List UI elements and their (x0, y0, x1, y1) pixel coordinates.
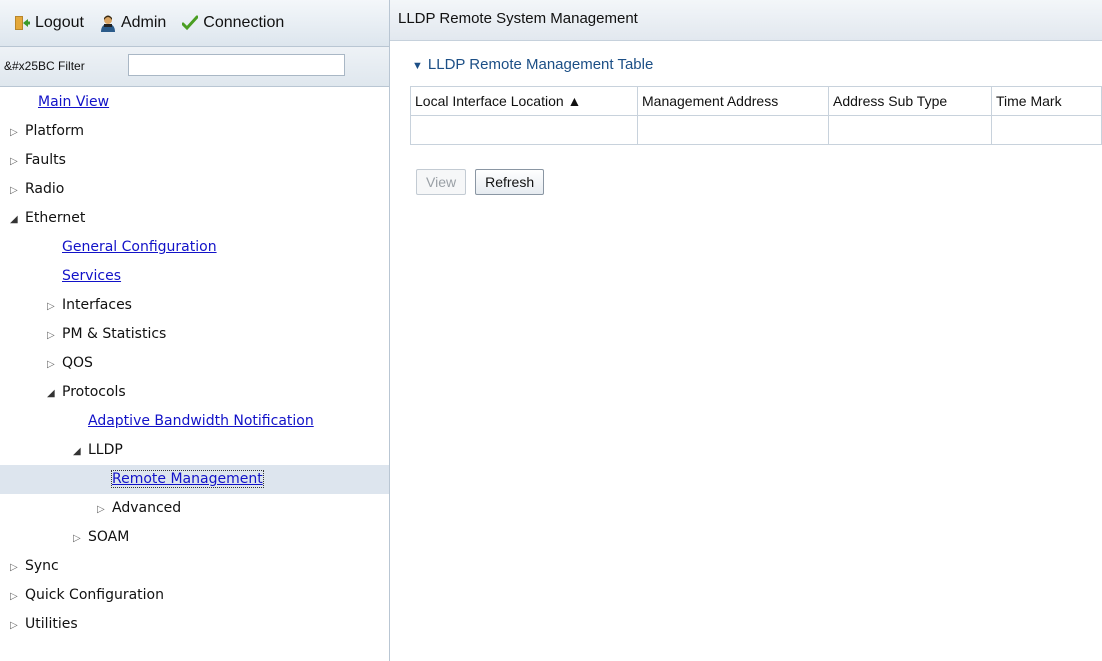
collapse-arrow-icon[interactable]: ▼ (412, 60, 423, 72)
tree-item-utilities[interactable]: ▷ Utilities (0, 610, 389, 639)
remote-management-link[interactable]: Remote Management (111, 470, 264, 488)
logout-button[interactable]: Logout (14, 14, 84, 32)
expand-arrow-icon[interactable]: ▷ (47, 350, 62, 379)
tree-label-quick-configuration: Quick Configuration (25, 587, 164, 603)
tree-label-protocols: Protocols (62, 384, 126, 400)
expand-arrow-icon[interactable]: ▷ (10, 118, 25, 147)
expand-arrow-icon[interactable]: ▷ (73, 524, 88, 553)
tree-item-qos[interactable]: ▷ QOS (0, 349, 389, 378)
tree-label-interfaces: Interfaces (62, 297, 132, 313)
tree-label-faults: Faults (25, 152, 66, 168)
expand-arrow-icon[interactable]: ▷ (10, 147, 25, 176)
expand-arrow-icon[interactable]: ▷ (97, 495, 112, 524)
tree-label-radio: Radio (25, 181, 65, 197)
collapse-arrow-icon[interactable]: ◢ (10, 205, 25, 234)
table-cell (991, 115, 1102, 145)
tree-label-pm-statistics: PM & Statistics (62, 326, 167, 342)
admin-label: Admin (120, 14, 167, 31)
column-header-time-mark[interactable]: Time Mark (991, 86, 1102, 116)
tree-item-general-configuration[interactable]: General Configuration (0, 233, 389, 262)
table-row (410, 115, 1102, 145)
view-button[interactable]: View (416, 169, 467, 195)
tree-label-lldp: LLDP (88, 442, 123, 458)
main-view-link[interactable]: Main View (38, 94, 109, 110)
tree-label-utilities: Utilities (25, 616, 78, 632)
expand-arrow-icon[interactable]: ▷ (47, 321, 62, 350)
navigation-panel: Logout Admin Connection &#x25BC Filter M… (0, 0, 473, 661)
tree-label-sync: Sync (25, 558, 59, 574)
tree-item-lldp[interactable]: ◢ LLDP (0, 436, 389, 465)
column-header-local-interface[interactable]: Local Interface Location ▲ (410, 86, 638, 116)
tree-label-advanced: Advanced (112, 500, 182, 516)
table-cell (637, 115, 829, 145)
filter-label[interactable]: &#x25BC Filter (4, 59, 85, 73)
tree-item-interfaces[interactable]: ▷ Interfaces (0, 291, 389, 320)
tree-item-pm-statistics[interactable]: ▷ PM & Statistics (0, 320, 389, 349)
tree-item-faults[interactable]: ▷ Faults (0, 146, 389, 175)
tree-item-platform[interactable]: ▷ Platform (0, 117, 389, 146)
collapse-arrow-icon[interactable]: ◢ (47, 379, 62, 408)
navigation-tree: Main View ▷ Platform ▷ Faults ▷ Radio ◢ Ethe… (0, 88, 389, 639)
expand-arrow-icon[interactable]: ▷ (10, 611, 25, 640)
top-toolbar: Logout Admin Connection (0, 0, 389, 47)
table-title: LLDP Remote Management Table (427, 56, 654, 73)
connection-label: Connection (203, 14, 285, 31)
expand-arrow-icon[interactable]: ▷ (47, 292, 62, 321)
tree-label-soam: SOAM (88, 529, 130, 545)
tree-item-adaptive-bandwidth[interactable]: Adaptive Bandwidth Notification (0, 407, 389, 436)
admin-button[interactable]: Admin (100, 14, 166, 32)
tree-item-quick-configuration[interactable]: ▷ Quick Configuration (0, 581, 389, 610)
tree-item-remote-management[interactable]: Remote Management (0, 465, 389, 494)
page-title-bar: LLDP Remote System Management (390, 0, 1102, 41)
remote-management-table: Local Interface Location ▲ Management Ad… (410, 86, 1102, 145)
tree-item-radio[interactable]: ▷ Radio (0, 175, 389, 204)
tree-item-protocols[interactable]: ◢ Protocols (0, 378, 389, 407)
tree-item-soam[interactable]: ▷ SOAM (0, 523, 389, 552)
tree-item-ethernet[interactable]: ◢ Ethernet (0, 204, 389, 233)
connection-button[interactable]: Connection (182, 14, 284, 32)
door-exit-icon (14, 15, 30, 31)
tree-item-main-view[interactable]: Main View (0, 88, 389, 117)
tree-item-sync[interactable]: ▷ Sync (0, 552, 389, 581)
action-buttons: View Refresh (416, 169, 553, 195)
tree-label-qos: QOS (62, 355, 93, 371)
refresh-button[interactable]: Refresh (475, 169, 545, 195)
page-title: LLDP Remote System Management (398, 10, 638, 27)
column-header-address-sub-type[interactable]: Address Sub Type (828, 86, 992, 116)
table-cell (410, 115, 638, 145)
expand-arrow-icon[interactable]: ▷ (10, 553, 25, 582)
tree-item-advanced[interactable]: ▷ Advanced (0, 494, 389, 523)
content-panel: LLDP Remote System Management ▼ LLDP Remo… (390, 0, 1102, 661)
column-header-management-address[interactable]: Management Address (637, 86, 829, 116)
filter-bar: &#x25BC Filter × (0, 47, 473, 87)
tree-label-ethernet: Ethernet (25, 210, 86, 226)
user-icon (100, 15, 116, 32)
table-header-row: Local Interface Location ▲ Management Ad… (410, 86, 1102, 116)
table-cell (828, 115, 992, 145)
filter-input[interactable]: × (128, 54, 473, 77)
table-section-header[interactable]: ▼ LLDP Remote Management Table (412, 56, 653, 73)
logout-label: Logout (35, 14, 84, 31)
expand-arrow-icon[interactable]: ▷ (10, 582, 25, 611)
tree-item-services[interactable]: Services (0, 262, 389, 291)
checkmark-icon (182, 15, 199, 31)
services-link[interactable]: Services (62, 268, 121, 284)
general-configuration-link[interactable]: General Configuration (62, 239, 217, 255)
expand-arrow-icon[interactable]: ▷ (10, 176, 25, 205)
tree-label-platform: Platform (25, 123, 85, 139)
collapse-arrow-icon[interactable]: ◢ (73, 437, 88, 466)
adaptive-bandwidth-link[interactable]: Adaptive Bandwidth Notification (88, 413, 314, 429)
